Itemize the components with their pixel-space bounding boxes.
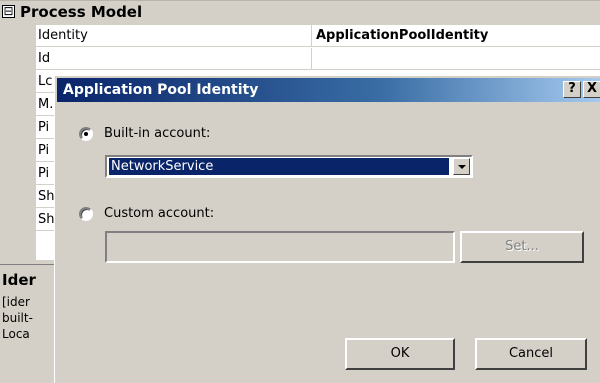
application-pool-identity-dialog: Application Pool Identity ? X Built-in a… — [54, 75, 600, 383]
property-name: Pi — [38, 166, 50, 181]
collapse-icon[interactable]: ⊟ — [2, 5, 15, 18]
custom-account-radio[interactable] — [79, 207, 93, 221]
custom-account-field[interactable] — [105, 231, 455, 263]
description-line: Loca — [2, 327, 30, 341]
builtin-account-select[interactable]: NetworkService — [105, 155, 473, 178]
property-name: Identity — [38, 28, 88, 43]
column-divider — [311, 48, 312, 70]
property-value[interactable]: ApplicationPoolIdentity — [316, 28, 488, 43]
property-row-identity[interactable]: Identity ApplicationPoolIdentity — [36, 25, 600, 47]
close-button[interactable]: X — [583, 81, 600, 98]
set-button[interactable]: Set... — [460, 231, 584, 263]
description-line: [ider — [2, 295, 30, 309]
property-name: Pi — [38, 120, 50, 135]
category-row[interactable]: ⊟ Process Model — [0, 1, 600, 25]
builtin-account-radio[interactable] — [79, 127, 93, 141]
ok-button[interactable]: OK — [345, 338, 455, 370]
builtin-account-label[interactable]: Built-in account: — [104, 126, 210, 141]
property-name: Pi — [38, 143, 50, 158]
property-name: M. — [38, 97, 54, 112]
help-button[interactable]: ? — [563, 81, 581, 98]
custom-account-label[interactable]: Custom account: — [104, 206, 214, 221]
category-label: Process Model — [20, 3, 143, 21]
dialog-titlebar[interactable]: Application Pool Identity ? X — [57, 78, 600, 102]
builtin-account-value: NetworkService — [109, 158, 449, 175]
property-grid-margin — [0, 1, 36, 261]
description-title: Ider — [2, 271, 36, 289]
property-name: Sh — [38, 212, 55, 227]
dialog-title: Application Pool Identity — [63, 82, 259, 98]
property-row[interactable]: Id — [36, 48, 600, 70]
property-name: Id — [38, 51, 51, 66]
dropdown-arrow-icon[interactable] — [453, 158, 470, 175]
property-name: Sh — [38, 189, 55, 204]
property-name: Lc — [38, 74, 53, 89]
description-line: built- — [2, 311, 33, 325]
cancel-button[interactable]: Cancel — [475, 338, 587, 370]
column-divider — [311, 25, 312, 47]
